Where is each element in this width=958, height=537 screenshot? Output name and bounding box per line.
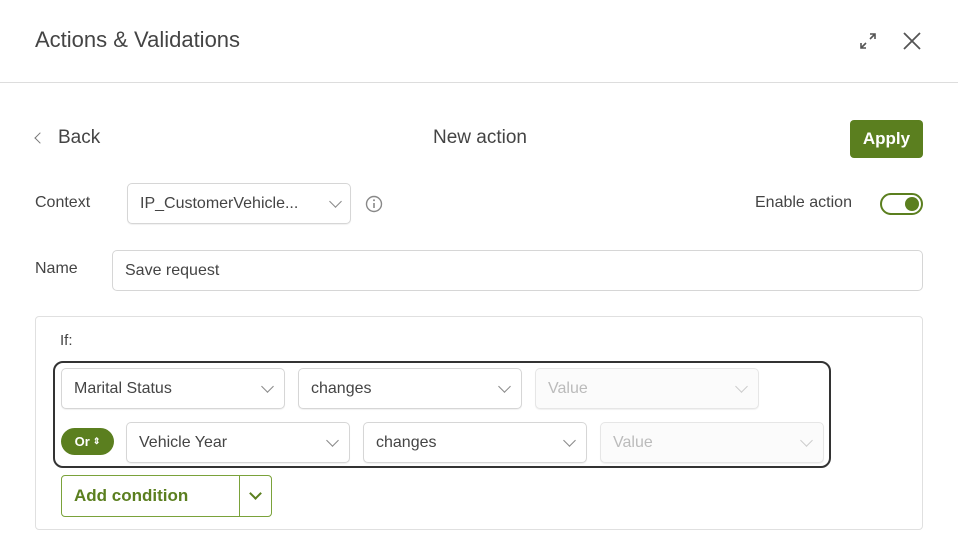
value-placeholder: Value: [613, 433, 653, 451]
condition-field-select[interactable]: Marital Status: [61, 368, 285, 409]
enable-action-label: Enable action: [755, 194, 852, 211]
condition-field-select[interactable]: Vehicle Year: [126, 422, 350, 463]
toggle-knob: [905, 197, 919, 211]
name-value: Save request: [125, 261, 220, 279]
header-divider: [0, 82, 958, 83]
condition-value-select[interactable]: Value: [600, 422, 824, 463]
condition-value-select[interactable]: Value: [535, 368, 759, 409]
operator-value: changes: [311, 379, 372, 397]
add-condition-split-button: Add condition: [61, 475, 272, 517]
name-label: Name: [35, 260, 78, 277]
connector-label: Or: [74, 434, 90, 449]
if-label: If:: [60, 332, 73, 349]
or-connector-toggle[interactable]: Or ⇕: [61, 428, 114, 455]
back-button[interactable]: Back: [34, 127, 101, 149]
chevron-down-icon: [326, 433, 339, 447]
chevron-down-icon: [800, 433, 813, 447]
close-icon[interactable]: [900, 29, 924, 53]
value-placeholder: Value: [548, 379, 588, 397]
sort-arrows-icon: ⇕: [92, 436, 101, 446]
info-icon[interactable]: [364, 194, 384, 214]
field-value: Vehicle Year: [139, 433, 228, 451]
condition-operator-select[interactable]: changes: [363, 422, 587, 463]
chevron-down-icon: [249, 487, 262, 500]
chevron-down-icon: [498, 379, 511, 393]
chevron-down-icon: [329, 194, 342, 208]
add-condition-dropdown[interactable]: [240, 476, 271, 516]
dialog-title: Actions & Validations: [35, 27, 241, 52]
add-condition-button[interactable]: Add condition: [62, 476, 240, 516]
back-label: Back: [58, 127, 101, 148]
condition-operator-select[interactable]: changes: [298, 368, 522, 409]
context-value: IP_CustomerVehicle...: [140, 194, 299, 212]
field-value: Marital Status: [74, 379, 172, 397]
chevron-left-icon: [34, 132, 46, 144]
apply-button[interactable]: Apply: [850, 120, 923, 158]
enable-action-toggle[interactable]: [880, 193, 923, 215]
chevron-down-icon: [261, 379, 274, 393]
chevron-down-icon: [735, 379, 748, 393]
operator-value: changes: [376, 433, 437, 451]
page-title: New action: [433, 127, 527, 148]
chevron-down-icon: [563, 433, 576, 447]
expand-icon[interactable]: [856, 29, 880, 53]
name-input[interactable]: Save request: [112, 250, 923, 291]
context-select[interactable]: IP_CustomerVehicle...: [127, 183, 351, 224]
context-label: Context: [35, 194, 91, 211]
